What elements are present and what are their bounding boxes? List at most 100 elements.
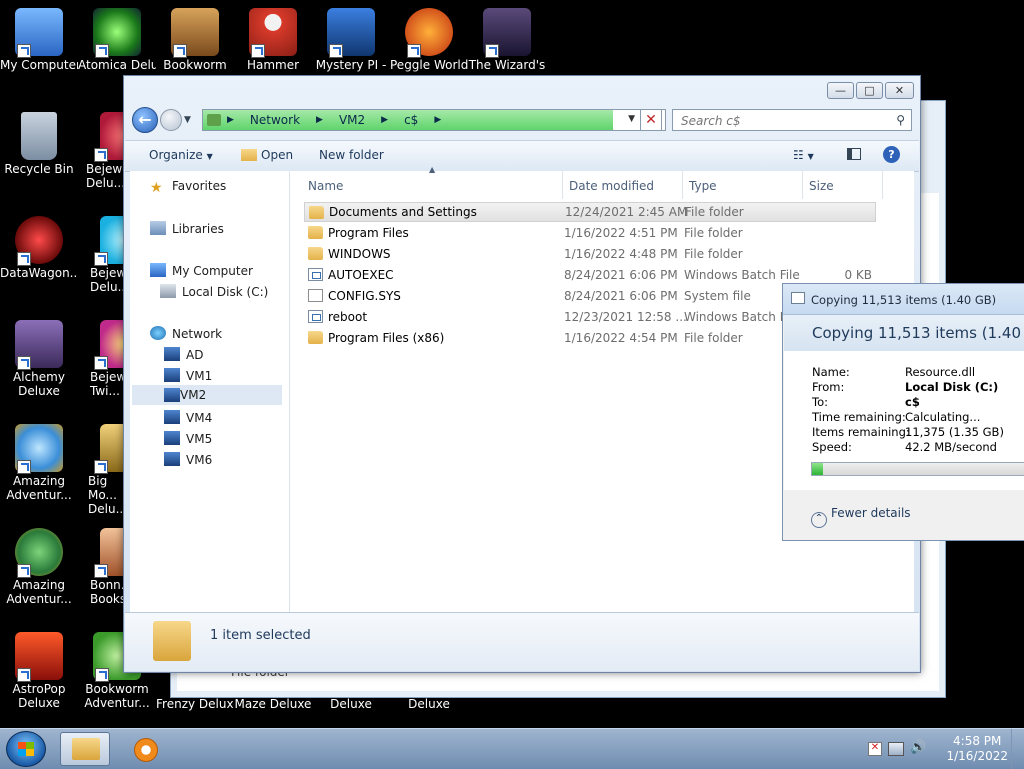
detail-name: Name: Resource.dll (812, 365, 976, 379)
desktop-icon-big-money[interactable]: Big Mo... Delu... (78, 424, 124, 516)
breadcrumb-network[interactable]: Network (250, 113, 300, 127)
desktop-icon-maze[interactable]: Maze Deluxe (234, 697, 312, 711)
chevron-down-icon: ▼ (628, 114, 635, 124)
desktop-icon-bookworm[interactable]: Bookworm (156, 8, 234, 72)
folder-icon (153, 621, 191, 661)
file-date: 8/24/2021 6:06 PM (564, 289, 678, 303)
search-input[interactable] (679, 111, 883, 131)
desktop-icon-amazing-adventures-1[interactable]: Amazing Adventur... (0, 424, 78, 502)
chevron-down-icon: ▼ (807, 152, 814, 161)
desktop-icon-frenzy[interactable]: Frenzy Deluxe (156, 697, 234, 711)
computer-icon (15, 8, 63, 58)
system-tray: ✕ 🔊 4:58 PM 1/16/2022 (854, 729, 1024, 769)
desktop-icon-bejeweled-2[interactable]: Bejewe... Delu... (78, 216, 124, 294)
copy-progress-dialog[interactable]: Copying 11,513 items (1.40 GB) Copying 1… (782, 283, 1024, 541)
fewer-details-button[interactable]: ⌃ Fewer details (811, 506, 911, 528)
library-icon (150, 221, 166, 235)
preview-pane-button[interactable] (847, 148, 861, 163)
column-header-type[interactable]: Type (689, 179, 717, 193)
clock[interactable]: 4:58 PM 1/16/2022 (946, 734, 1008, 764)
desktop-icon-deluxe-1[interactable]: Deluxe (312, 697, 390, 711)
network-tray-icon[interactable] (888, 742, 904, 756)
breadcrumb-vm2[interactable]: VM2 (339, 113, 365, 127)
windows-logo-icon (18, 742, 34, 756)
detail-to: To: c$ (812, 395, 920, 409)
desktop-icon-alchemy[interactable]: Alchemy Deluxe (0, 320, 78, 398)
column-header-name[interactable]: Name (308, 179, 343, 193)
taskbar-explorer-button[interactable] (60, 732, 110, 766)
network-location-icon (207, 114, 221, 126)
breadcrumb-c-share[interactable]: c$ (404, 113, 418, 127)
desktop-icon-atomica[interactable]: Atomica Delu... (78, 8, 156, 72)
star-icon: ★ (150, 180, 163, 196)
address-dropdown-button[interactable]: ▼ (628, 114, 635, 124)
nav-network-vm4[interactable]: VM4 (164, 410, 212, 425)
computer-icon (164, 368, 180, 382)
table-row[interactable]: WINDOWS 1/16/2022 4:48 PM File folder (304, 244, 880, 264)
new-folder-button[interactable]: New folder (319, 148, 384, 162)
details-pane: 1 item selected (125, 612, 919, 671)
datawagon-icon (15, 216, 63, 266)
close-icon: ✕ (894, 84, 905, 97)
file-date: 1/16/2022 4:48 PM (564, 247, 678, 261)
desktop-icon-bonnie-books[interactable]: Bonn... Books (78, 528, 124, 606)
taskbar-media-player-button[interactable] (122, 732, 172, 766)
file-date: 8/24/2021 6:06 PM (564, 268, 678, 282)
nav-network-vm1[interactable]: VM1 (164, 368, 212, 383)
stop-button[interactable]: ✕ (640, 109, 662, 131)
nav-network-ad[interactable]: AD (164, 347, 203, 362)
desktop-icon-amazing-adventures-2[interactable]: Amazing Adventur... (0, 528, 78, 606)
search-box[interactable]: ⚲ (672, 109, 912, 131)
recent-pages-dropdown[interactable]: ▼ (184, 115, 191, 125)
column-header-date[interactable]: Date modified (569, 179, 654, 193)
organize-button[interactable]: Organize ▼ (149, 148, 213, 162)
dialog-titlebar[interactable]: Copying 11,513 items (1.40 GB) (783, 284, 1024, 315)
nav-network-vm2[interactable]: VM2 (132, 385, 282, 405)
change-view-button[interactable]: ☷ ▼ (793, 148, 814, 162)
navigation-bar: ← ▼ ▶ Network ▶ VM2 ▶ c$ ▶ ▼ ✕ ⚲ (132, 106, 912, 134)
desktop-icon-bejeweled-1[interactable]: Bejewe... Delu... (78, 112, 124, 190)
recycle-bin-icon (21, 112, 57, 160)
desktop-icon-bejeweled-twist[interactable]: Bejewe... Twi... (78, 320, 124, 398)
desktop-icon-mystery-pi[interactable]: Mystery PI - (312, 8, 390, 72)
volume-icon[interactable]: 🔊 (910, 740, 926, 755)
detail-time-remaining: Time remaining:Calculating... (812, 410, 981, 424)
nav-my-computer[interactable]: My Computer (150, 263, 253, 278)
help-button[interactable]: ? (883, 146, 900, 163)
close-button[interactable]: ✕ (885, 82, 914, 99)
show-desktop-button[interactable] (1011, 729, 1024, 769)
minimize-button[interactable]: — (827, 82, 854, 99)
forward-button[interactable] (160, 109, 182, 131)
astropop-icon (15, 632, 63, 682)
table-row[interactable]: Documents and Settings 12/24/2021 2:45 AM… (304, 202, 876, 222)
desktop-icon-wizard[interactable]: The Wizard's (468, 8, 546, 72)
address-bar[interactable]: ▶ Network ▶ VM2 ▶ c$ ▶ ▼ (202, 109, 666, 131)
start-button[interactable] (6, 731, 46, 767)
bejeweled-icon (94, 112, 124, 162)
desktop-icon-my-computer[interactable]: My Computer (0, 8, 78, 72)
nav-local-disk[interactable]: Local Disk (C:) (160, 284, 268, 299)
folder-icon (309, 206, 324, 219)
file-type: Windows Batch Fi (684, 310, 790, 324)
file-type: File folder (684, 331, 743, 345)
nav-favorites[interactable]: ★ Favorites (150, 179, 226, 196)
open-button[interactable]: Open (241, 148, 293, 162)
nav-network-vm6[interactable]: VM6 (164, 452, 212, 467)
desktop-icon-deluxe-2[interactable]: Deluxe (390, 697, 468, 711)
nav-libraries[interactable]: Libraries (150, 221, 224, 236)
maximize-button[interactable]: □ (856, 82, 883, 99)
desktop-icon-hammer[interactable]: Hammer (234, 8, 312, 72)
back-button[interactable]: ← (132, 107, 158, 133)
action-center-icon[interactable]: ✕ (868, 742, 882, 756)
desktop-icon-datawagon[interactable]: DataWagon... (0, 216, 78, 280)
nav-network[interactable]: Network (150, 326, 222, 341)
desktop-icon-recycle-bin[interactable]: Recycle Bin (0, 112, 78, 176)
copy-icon (791, 292, 805, 304)
progress-fill (812, 463, 824, 475)
table-row[interactable]: AUTOEXEC 8/24/2021 6:06 PM Windows Batch F… (304, 265, 880, 285)
nav-network-vm5[interactable]: VM5 (164, 431, 212, 446)
table-row[interactable]: Program Files 1/16/2022 4:51 PM File folde… (304, 223, 880, 243)
desktop-icon-astropop[interactable]: AstroPop Deluxe (0, 632, 78, 710)
desktop-icon-peggle-world[interactable]: Peggle World (390, 8, 468, 72)
column-header-size[interactable]: Size (809, 179, 834, 193)
